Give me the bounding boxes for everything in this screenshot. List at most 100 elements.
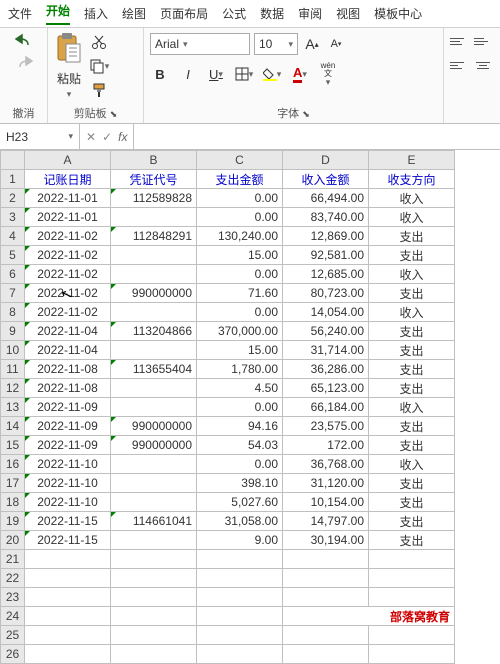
cell[interactable] — [25, 626, 111, 645]
cell[interactable]: 2022-11-09 — [25, 398, 111, 417]
cell[interactable] — [197, 569, 283, 588]
cell[interactable] — [25, 550, 111, 569]
underline-button[interactable]: U▾ — [206, 64, 226, 84]
cell[interactable] — [25, 569, 111, 588]
row-header[interactable]: 23 — [1, 588, 25, 607]
confirm-formula-icon[interactable]: ✓ — [102, 130, 112, 144]
row-header[interactable]: 26 — [1, 645, 25, 664]
cell[interactable]: 398.10 — [197, 474, 283, 493]
cell[interactable]: 支出 — [369, 512, 455, 531]
cell[interactable]: 1,780.00 — [197, 360, 283, 379]
row-header[interactable]: 16 — [1, 455, 25, 474]
border-icon[interactable]: ▾ — [234, 64, 254, 84]
cell[interactable] — [283, 588, 369, 607]
cell[interactable] — [111, 208, 197, 227]
cell[interactable]: 支出 — [369, 284, 455, 303]
formula-input[interactable] — [133, 124, 500, 149]
spreadsheet-grid[interactable]: A B C D E 1 记账日期 凭证代号 支出金额 收入金额 收支方向 220… — [0, 150, 455, 664]
cancel-formula-icon[interactable]: ✕ — [86, 130, 96, 144]
col-header-E[interactable]: E — [369, 151, 455, 170]
cell[interactable]: 112848291 — [111, 227, 197, 246]
cell[interactable]: 112589828 — [111, 189, 197, 208]
row-header[interactable]: 18 — [1, 493, 25, 512]
col-header-C[interactable]: C — [197, 151, 283, 170]
cell[interactable]: 36,286.00 — [283, 360, 369, 379]
cell[interactable]: 记账日期 — [25, 170, 111, 189]
cell[interactable] — [111, 645, 197, 664]
fill-color-icon[interactable]: ▾ — [262, 64, 282, 84]
cell[interactable]: 收入 — [369, 303, 455, 322]
row-header[interactable]: 10 — [1, 341, 25, 360]
align-center-icon[interactable] — [474, 56, 492, 74]
row-header[interactable]: 6 — [1, 265, 25, 284]
row-header[interactable]: 2 — [1, 189, 25, 208]
font-color-icon[interactable]: A▾ — [290, 64, 310, 84]
row-header[interactable]: 15 — [1, 436, 25, 455]
cut-icon[interactable] — [88, 32, 110, 52]
cell[interactable]: 支出 — [369, 436, 455, 455]
cell[interactable] — [283, 645, 369, 664]
cell[interactable]: 36,768.00 — [283, 455, 369, 474]
align-left-icon[interactable] — [450, 56, 468, 74]
menu-formula[interactable]: 公式 — [222, 5, 246, 22]
menu-draw[interactable]: 绘图 — [122, 5, 146, 22]
cell[interactable]: 2022-11-02 — [25, 246, 111, 265]
cell[interactable]: 66,184.00 — [283, 398, 369, 417]
row-header[interactable]: 24 — [1, 607, 25, 626]
cell[interactable]: 2022-11-10 — [25, 474, 111, 493]
cell[interactable] — [369, 550, 455, 569]
name-box[interactable]: H23▾ — [0, 124, 80, 149]
select-all-corner[interactable] — [1, 151, 25, 170]
cell[interactable] — [111, 265, 197, 284]
cell[interactable]: 5,027.60 — [197, 493, 283, 512]
menu-view[interactable]: 视图 — [336, 5, 360, 22]
row-header[interactable]: 3 — [1, 208, 25, 227]
cell[interactable]: 14,054.00 — [283, 303, 369, 322]
menu-template[interactable]: 模板中心 — [374, 5, 422, 22]
cell[interactable]: 收入 — [369, 398, 455, 417]
cell[interactable]: 71.60 — [197, 284, 283, 303]
cell[interactable] — [111, 341, 197, 360]
cell[interactable]: 0.00 — [197, 189, 283, 208]
cell[interactable]: 2022-11-04 — [25, 341, 111, 360]
cell[interactable] — [369, 569, 455, 588]
cell[interactable] — [111, 607, 197, 626]
cell[interactable]: 14,797.00 — [283, 512, 369, 531]
menu-layout[interactable]: 页面布局 — [160, 5, 208, 22]
row-header[interactable]: 9 — [1, 322, 25, 341]
cell[interactable]: 支出 — [369, 493, 455, 512]
cell[interactable]: 31,714.00 — [283, 341, 369, 360]
menu-review[interactable]: 审阅 — [298, 5, 322, 22]
cell[interactable] — [25, 645, 111, 664]
cell[interactable]: 56,240.00 — [283, 322, 369, 341]
cell[interactable]: 2022-11-10 — [25, 493, 111, 512]
cell[interactable]: 收入 — [369, 208, 455, 227]
cell[interactable] — [111, 455, 197, 474]
cell[interactable]: 支出 — [369, 246, 455, 265]
cell[interactable]: 9.00 — [197, 531, 283, 550]
cell[interactable]: 2022-11-02 — [25, 227, 111, 246]
cell[interactable]: 4.50 — [197, 379, 283, 398]
col-header-D[interactable]: D — [283, 151, 369, 170]
row-header[interactable]: 4 — [1, 227, 25, 246]
cell[interactable]: 113204866 — [111, 322, 197, 341]
cell[interactable]: 支出金额 — [197, 170, 283, 189]
cell[interactable]: 2022-11-15 — [25, 531, 111, 550]
cell[interactable]: 2022-11-10 — [25, 455, 111, 474]
cell[interactable]: 支出 — [369, 341, 455, 360]
bold-button[interactable]: B — [150, 64, 170, 84]
cell[interactable]: 2022-11-02 — [25, 265, 111, 284]
cell[interactable]: 2022-11-15 — [25, 512, 111, 531]
cell[interactable]: 收入金额 — [283, 170, 369, 189]
cell[interactable]: 113655404 — [111, 360, 197, 379]
cell[interactable]: 支出 — [369, 474, 455, 493]
row-header[interactable]: 12 — [1, 379, 25, 398]
cell[interactable] — [197, 645, 283, 664]
cell[interactable]: 15.00 — [197, 246, 283, 265]
cell[interactable]: 支出 — [369, 322, 455, 341]
row-header[interactable]: 8 — [1, 303, 25, 322]
decrease-font-icon[interactable]: A▾ — [326, 34, 346, 54]
paste-button[interactable]: 粘贴 ▾ — [54, 32, 84, 100]
cell[interactable] — [369, 626, 455, 645]
cell[interactable]: 94.16 — [197, 417, 283, 436]
